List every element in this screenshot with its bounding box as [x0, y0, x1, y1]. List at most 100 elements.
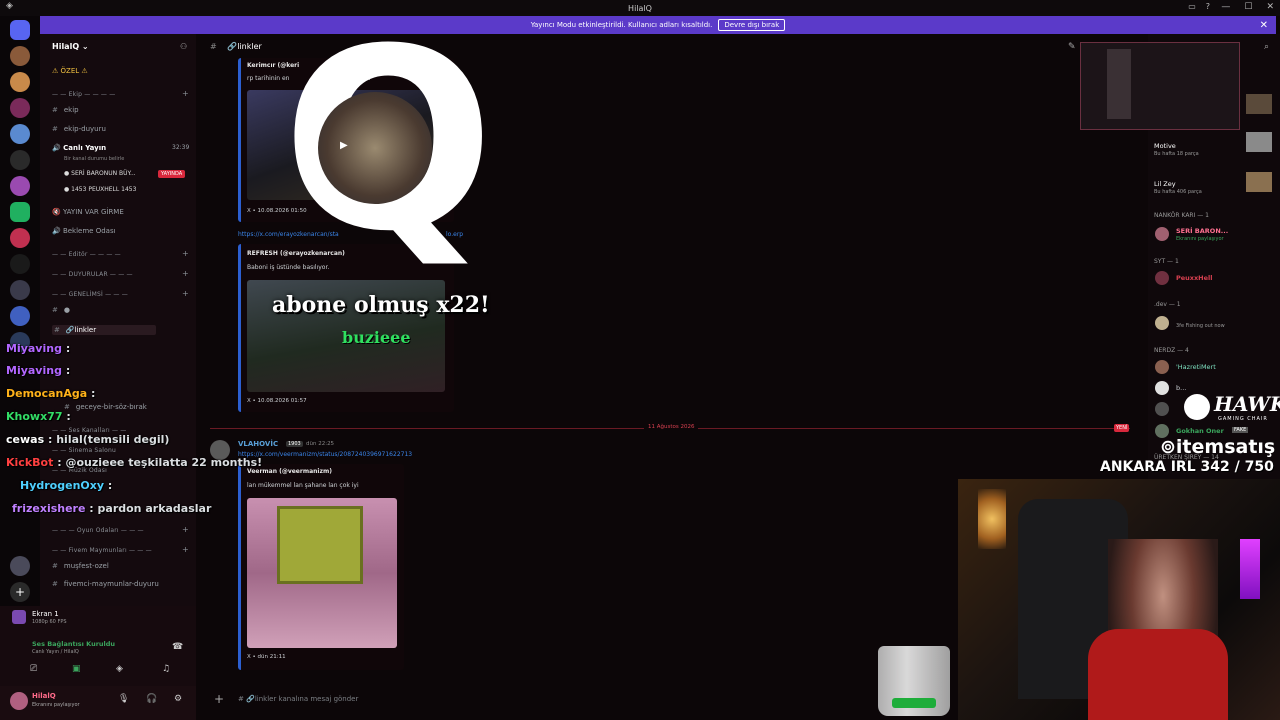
voice-user-2[interactable]: ● 1453 PEUXHELL 1453	[64, 186, 136, 193]
pin-icon[interactable]: ✎	[1068, 42, 1076, 52]
soundboard-icon[interactable]: ♫	[162, 664, 170, 674]
stream-chat-line: Khowx77 :	[6, 410, 71, 423]
channel-label: ekip	[63, 106, 79, 114]
add-server-icon[interactable]: +	[10, 582, 30, 602]
camera-icon[interactable]: ⎚	[30, 664, 37, 674]
minimize-button[interactable]: —	[1221, 2, 1230, 12]
server-icon[interactable]	[10, 98, 30, 118]
inbox-icon[interactable]: ▭	[1188, 2, 1196, 11]
avatar[interactable]	[1155, 271, 1169, 285]
screen-share-icon	[12, 610, 26, 624]
channel-hidden[interactable]: ●	[52, 306, 70, 314]
avatar[interactable]	[10, 692, 28, 710]
chat-sep: :	[107, 479, 113, 492]
stream-chat-line: frizexishere : pardon arkadaslar	[12, 502, 211, 515]
voice-channel-bekleme[interactable]: 🔊 Bekleme Odası	[52, 227, 116, 235]
avatar[interactable]	[1155, 360, 1169, 374]
channel-ekip[interactable]: ekip	[52, 106, 79, 114]
server-header[interactable]: HilalQ ⌄ ⚇	[40, 36, 196, 58]
category-duyurular[interactable]: — — DUYURULAR — — —	[52, 271, 133, 278]
channel-ozel[interactable]: ⚠ ÖZEL ⚠	[52, 67, 88, 75]
channel-title: linkler	[237, 42, 262, 51]
member-name[interactable]: b...	[1176, 384, 1186, 392]
channel-label: muşfest-ozel	[63, 562, 109, 570]
server-icon[interactable]	[10, 46, 30, 66]
member-name[interactable]: Motive	[1154, 142, 1176, 150]
server-icon[interactable]	[10, 280, 30, 300]
member-activity: 3fe Fishing out now	[1176, 323, 1225, 329]
close-window-button[interactable]: ✕	[1266, 2, 1274, 12]
headphones-icon[interactable]: 🎧	[146, 694, 157, 704]
server-icon[interactable]	[10, 150, 30, 170]
member-name[interactable]: SERİ BARON...	[1176, 227, 1228, 235]
tweet-link[interactable]: https://x.com/veermanizm/status/20872403…	[238, 451, 412, 458]
purple-light	[1240, 539, 1260, 599]
add-channel-icon[interactable]: +	[182, 289, 189, 298]
hash-icon: #	[210, 42, 217, 51]
category-editor[interactable]: — — Editör — — — —	[52, 251, 121, 258]
message-author[interactable]: VLAHOVİC	[238, 440, 278, 448]
category-label: Oyun Odaları	[76, 527, 119, 534]
server-icon[interactable]	[10, 556, 30, 576]
voice-channel-canli-yayin[interactable]: 🔊 Canlı Yayın	[52, 144, 106, 152]
server-icon[interactable]	[10, 306, 30, 326]
add-channel-icon[interactable]: +	[182, 545, 189, 554]
close-banner-icon[interactable]: ✕	[1260, 20, 1268, 31]
message-time: dün 22:25	[306, 441, 335, 447]
screen-quality: 1080p 60 FPS	[32, 619, 67, 625]
server-icon[interactable]	[10, 124, 30, 144]
embed-media[interactable]	[247, 498, 397, 648]
help-icon[interactable]: ?	[1206, 2, 1210, 11]
category-genelimsi[interactable]: — — GENELİMSİ — — —	[52, 291, 128, 298]
add-channel-icon[interactable]: +	[182, 269, 189, 278]
voice-panel: Ekran 1 1080p 60 FPS Ses Bağlantısı Kuru…	[0, 606, 196, 686]
avatar[interactable]	[1155, 227, 1169, 241]
category-oyun[interactable]: — — — Oyun Odaları — — —	[52, 527, 144, 534]
screen-share-button[interactable]: ▣	[72, 664, 81, 674]
disconnect-icon[interactable]: ☎	[172, 642, 183, 652]
channel-musfest[interactable]: muşfest-ozel	[52, 562, 109, 570]
search-icon[interactable]: ⌕	[1264, 42, 1269, 52]
member-name[interactable]: Lil Zey	[1154, 180, 1176, 188]
disable-streamer-mode-button[interactable]: Devre dışı bırak	[718, 19, 786, 31]
add-channel-icon[interactable]: +	[182, 525, 189, 534]
category-sinema[interactable]: — — Sinema Salonu	[52, 447, 116, 454]
avatar[interactable]	[1155, 402, 1169, 416]
server-icon[interactable]	[10, 254, 30, 274]
settings-gear-icon[interactable]: ⚙	[174, 694, 182, 704]
add-channel-icon[interactable]: +	[182, 249, 189, 258]
channel-ekip-duyuru[interactable]: ekip-duyuru	[52, 125, 106, 133]
stream-chat-line: DemocanAga :	[6, 387, 95, 400]
member-name[interactable]: PeuxxHell	[1176, 274, 1213, 282]
activities-icon[interactable]: ◈	[116, 664, 123, 674]
member-name[interactable]: Gokhan Oner	[1176, 427, 1224, 435]
voice-user-1[interactable]: ● SERİ BARONUN BÜY...	[64, 170, 136, 177]
maximize-button[interactable]: ☐	[1244, 2, 1252, 12]
add-channel-icon[interactable]: +	[182, 89, 189, 98]
member-group-header: NANKÖR KARI — 1	[1154, 212, 1209, 219]
goal-counter: ANKARA IRL 342 / 750	[1100, 459, 1274, 475]
channel-fivemci[interactable]: fivemci-maymunlar-duyuru	[52, 580, 159, 588]
message-input[interactable]: # 🔗linkler kanalına mesaj gönder	[208, 688, 948, 712]
stream-chat-line: cewas : hilal(temsili degil)	[6, 433, 169, 446]
avatar[interactable]	[1155, 381, 1169, 395]
server-icon[interactable]	[10, 202, 30, 222]
category-ekip[interactable]: — — Ekip — — — —	[52, 91, 115, 98]
chat-user: Khowx77	[6, 410, 63, 423]
category-fivem[interactable]: — — Fivem Maymunları — — —	[52, 547, 152, 554]
chat-sep: :	[89, 502, 94, 515]
microphone-icon[interactable]: 🎙	[118, 694, 129, 704]
member-name[interactable]: 'HazretiMert	[1176, 363, 1216, 371]
home-icon[interactable]	[10, 20, 30, 40]
server-icon[interactable]	[10, 176, 30, 196]
channel-linkler-selected[interactable]: 🔗linkler	[52, 325, 157, 335]
stream-preview[interactable]	[1080, 42, 1240, 130]
add-member-icon[interactable]: ⚇	[180, 42, 187, 51]
channel-geceye[interactable]: geceye-bir-söz-bırak	[64, 403, 147, 411]
chat-user: cewas	[6, 433, 45, 446]
member-group-header: NERDZ — 4	[1154, 347, 1189, 354]
voice-channel-yayin-var[interactable]: 🔇 YAYIN VAR GİRME	[52, 208, 124, 216]
server-icon[interactable]	[10, 228, 30, 248]
server-icon[interactable]	[10, 72, 30, 92]
avatar[interactable]	[1155, 316, 1169, 330]
